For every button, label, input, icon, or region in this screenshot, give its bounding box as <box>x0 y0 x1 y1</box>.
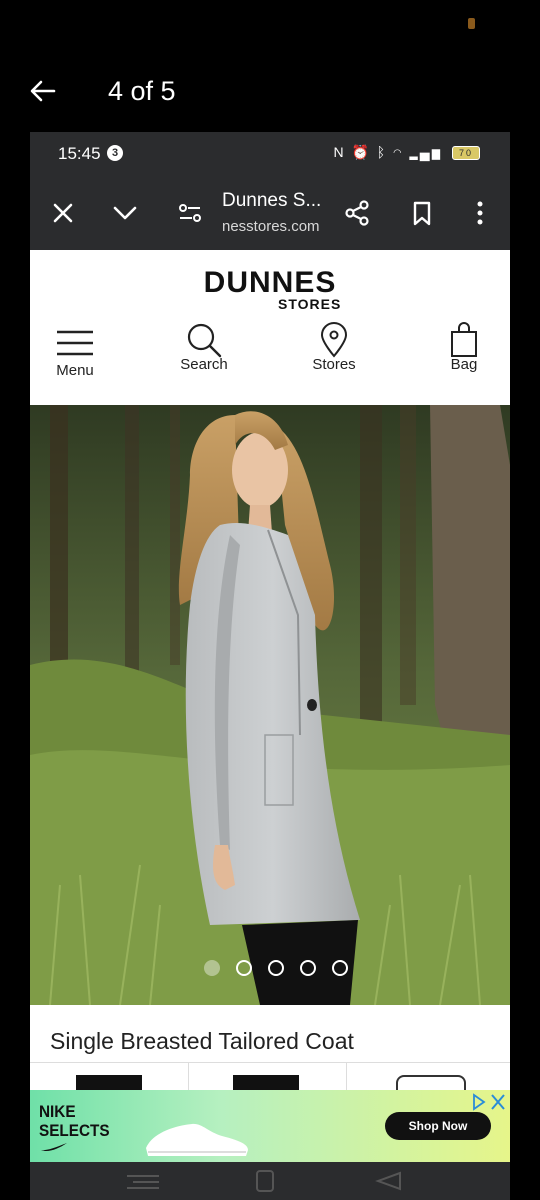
dunnes-logo[interactable]: DUNNES <box>30 266 510 300</box>
back-arrow-icon[interactable] <box>28 76 58 106</box>
thumbnail-2[interactable] <box>233 1075 299 1090</box>
dunnes-logo-sub: STORES <box>278 296 342 312</box>
notification-count-badge: 3 <box>107 145 123 161</box>
carousel-dot-1[interactable] <box>204 960 220 976</box>
chevron-down-icon[interactable] <box>110 198 140 228</box>
status-icons: N ⏰ ᛒ ◠ ▂▄▆ 70 <box>333 144 480 161</box>
carousel-dot-3[interactable] <box>268 960 284 976</box>
browser-url[interactable]: nesstores.com <box>222 218 320 235</box>
recent-apps-icon[interactable] <box>125 1172 161 1192</box>
thumbnail-3[interactable] <box>396 1075 466 1090</box>
ad-choices-close-icon[interactable] <box>472 1092 506 1112</box>
system-nav-bar <box>30 1162 510 1200</box>
more-options-icon[interactable] <box>465 198 495 228</box>
swoosh-icon <box>41 1143 67 1152</box>
thumb-divider <box>346 1063 347 1090</box>
nfc-icon: N <box>333 144 346 160</box>
viewer-counter: 4 of 5 <box>108 76 176 106</box>
nav-stores[interactable]: Stores <box>284 322 384 398</box>
product-image-carousel[interactable] <box>30 405 510 1005</box>
ad-banner[interactable]: NIKE SELECTS Shop Now <box>30 1090 510 1162</box>
nav-menu[interactable]: Menu <box>30 328 125 398</box>
nav-search[interactable]: Search <box>154 323 254 398</box>
search-icon <box>187 323 222 358</box>
screenshot-frame: 15:45 3 N ⏰ ᛒ ◠ ▂▄▆ 70 Dunnes S... nesst… <box>30 132 510 1090</box>
bluetooth-icon: ᛒ <box>376 144 388 160</box>
ad-brand-line1: NIKE <box>39 1102 76 1121</box>
location-pin-icon <box>320 322 348 358</box>
ad-brand-line2: SELECTS <box>39 1121 110 1140</box>
status-time: 15:45 <box>58 144 101 163</box>
sneaker-image <box>146 1123 248 1156</box>
share-icon[interactable] <box>342 198 372 228</box>
site-header: DUNNES STORES Menu Search Stores Bag <box>30 250 510 406</box>
nav-bag-label: Bag <box>450 356 478 373</box>
shopping-bag-icon <box>451 322 477 357</box>
nav-search-label: Search <box>180 356 228 373</box>
thumbnail-strip <box>30 1062 510 1090</box>
carousel-dot-4[interactable] <box>300 960 316 976</box>
browser-page-title[interactable]: Dunnes S... <box>222 190 321 212</box>
hamburger-menu-icon <box>57 330 93 356</box>
notification-dot <box>468 18 475 29</box>
thumbnail-1[interactable] <box>76 1075 142 1090</box>
product-photo <box>30 405 510 1005</box>
signal-icon: ▂▄▆ <box>409 144 443 160</box>
carousel-dot-5[interactable] <box>332 960 348 976</box>
product-title: Single Breasted Tailored Coat <box>50 1028 354 1054</box>
home-icon[interactable] <box>254 1168 276 1194</box>
wifi-icon: ◠ <box>393 144 404 160</box>
status-bar: 15:45 3 N ⏰ ᛒ ◠ ▂▄▆ 70 <box>30 132 510 176</box>
carousel-dot-2[interactable] <box>236 960 252 976</box>
shop-now-button[interactable]: Shop Now <box>385 1112 491 1140</box>
image-viewer-header: 4 of 5 <box>0 60 540 124</box>
nav-menu-label: Menu <box>56 362 94 379</box>
nav-bag[interactable]: Bag <box>414 322 510 398</box>
bookmark-icon[interactable] <box>407 198 437 228</box>
back-nav-icon[interactable] <box>372 1170 404 1192</box>
carousel-indicators <box>204 960 364 981</box>
alarm-icon: ⏰ <box>351 144 371 160</box>
browser-toolbar: Dunnes S... nesstores.com <box>30 176 510 250</box>
close-icon[interactable] <box>48 198 78 228</box>
nav-stores-label: Stores <box>312 356 356 373</box>
ad-brand: NIKE SELECTS <box>39 1102 110 1140</box>
site-settings-icon[interactable] <box>175 198 205 228</box>
battery-icon: 70 <box>452 146 480 161</box>
thumb-divider <box>188 1063 189 1090</box>
